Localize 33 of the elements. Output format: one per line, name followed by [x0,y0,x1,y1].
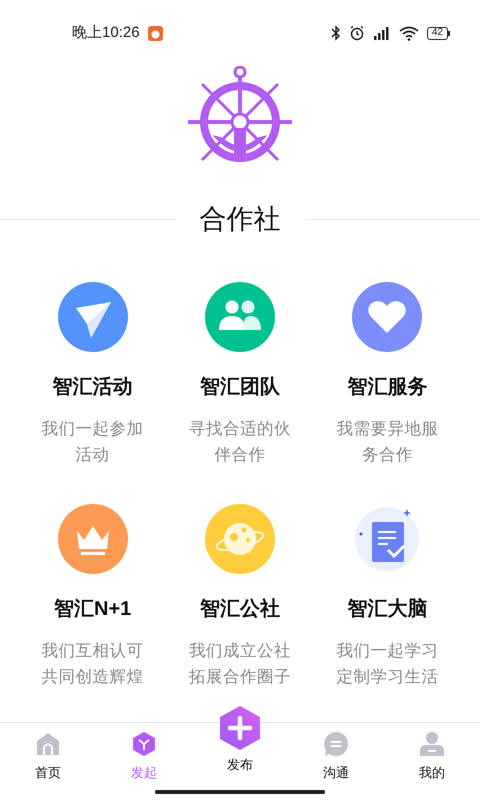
people-icon[interactable] [204,282,275,352]
tab-item[interactable]: 沟通 [288,723,384,800]
feature-title[interactable]: 智汇公社 [200,594,280,624]
crown-icon[interactable] [58,504,128,574]
plane-icon[interactable] [58,282,128,352]
feature-description: 我们成立公社拓展合作圈子 [188,640,292,688]
app-notification-icon [148,26,163,40]
home-icon [35,731,61,757]
feature-title[interactable]: 智汇N+1 [54,594,132,624]
page-title: 合作社 [198,203,282,236]
battery-indicator: 42 [426,26,450,40]
alarm-icon [348,25,365,41]
feature-title[interactable]: 智汇服务 [347,372,428,402]
feature-description: 我们一起学习定制学习生活 [335,640,440,688]
wifi-icon [398,26,419,40]
feature-description: 我们互相认可共同创造辉煌 [40,640,145,688]
feature-title[interactable]: 智汇团队 [200,372,280,402]
feature-title[interactable]: 智汇大脑 [347,594,428,624]
tab-item[interactable]: 首页 [0,723,96,800]
feature-description: 我需要异地服务合作 [335,418,440,466]
chat-bubble-icon [323,731,349,757]
cube-icon [131,731,157,757]
feature-title[interactable]: 智汇活动 [52,372,133,402]
bluetooth-icon [330,25,341,41]
person-icon [419,731,445,757]
signal-icon [372,25,391,41]
plus-icon [219,705,261,751]
tab-item[interactable]: 发起 [96,723,192,800]
tab-item[interactable]: 我的 [384,723,480,800]
feature-description: 寻找合适的伙伴合作 [188,418,292,466]
planet-icon[interactable] [204,504,275,574]
feature-description: 我们一起参加活动 [40,418,145,466]
status-time: 晚上10:26 [72,22,140,43]
